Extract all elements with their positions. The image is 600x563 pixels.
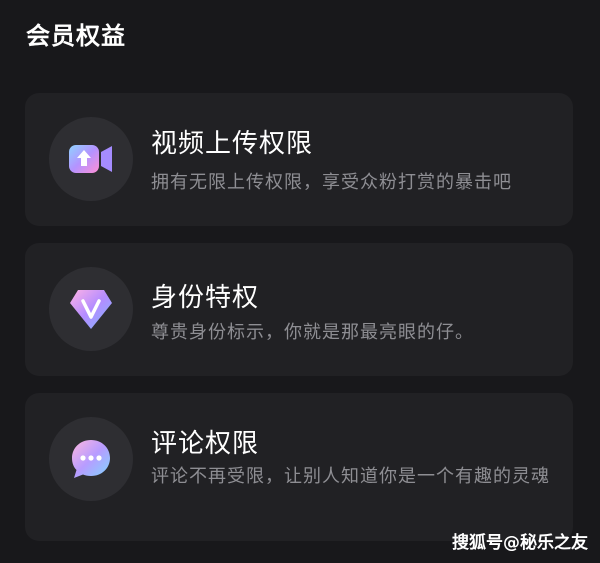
benefit-description: 评论不再受限，让别人知道你是一个有趣的灵魂 xyxy=(151,466,550,487)
source-watermark: 搜狐号@秘乐之友 xyxy=(452,533,588,553)
benefit-card-identity[interactable]: 身份特权 尊贵身份标示，你就是那最亮眼的仔。 xyxy=(25,243,573,376)
v-badge-icon xyxy=(49,267,133,351)
benefit-title: 评论权限 xyxy=(151,429,260,459)
benefit-card-video-upload[interactable]: 视频上传权限 拥有无限上传权限，享受众粉打赏的暴击吧 xyxy=(25,93,573,226)
membership-benefits-page: 会员权益 视频上传权限 拥有无限上传权限，享受众粉打赏的暴击吧 身份特权 尊贵身… xyxy=(0,0,600,563)
video-upload-icon xyxy=(49,117,133,201)
benefit-title: 视频上传权限 xyxy=(151,129,314,159)
page-title: 会员权益 xyxy=(26,22,126,50)
chat-bubble-icon xyxy=(49,417,133,501)
benefit-description: 尊贵身份标示，你就是那最亮眼的仔。 xyxy=(151,322,474,343)
benefit-description: 拥有无限上传权限，享受众粉打赏的暴击吧 xyxy=(151,172,512,193)
benefit-card-comments[interactable]: 评论权限 评论不再受限，让别人知道你是一个有趣的灵魂 xyxy=(25,393,573,541)
benefit-title: 身份特权 xyxy=(151,283,260,313)
